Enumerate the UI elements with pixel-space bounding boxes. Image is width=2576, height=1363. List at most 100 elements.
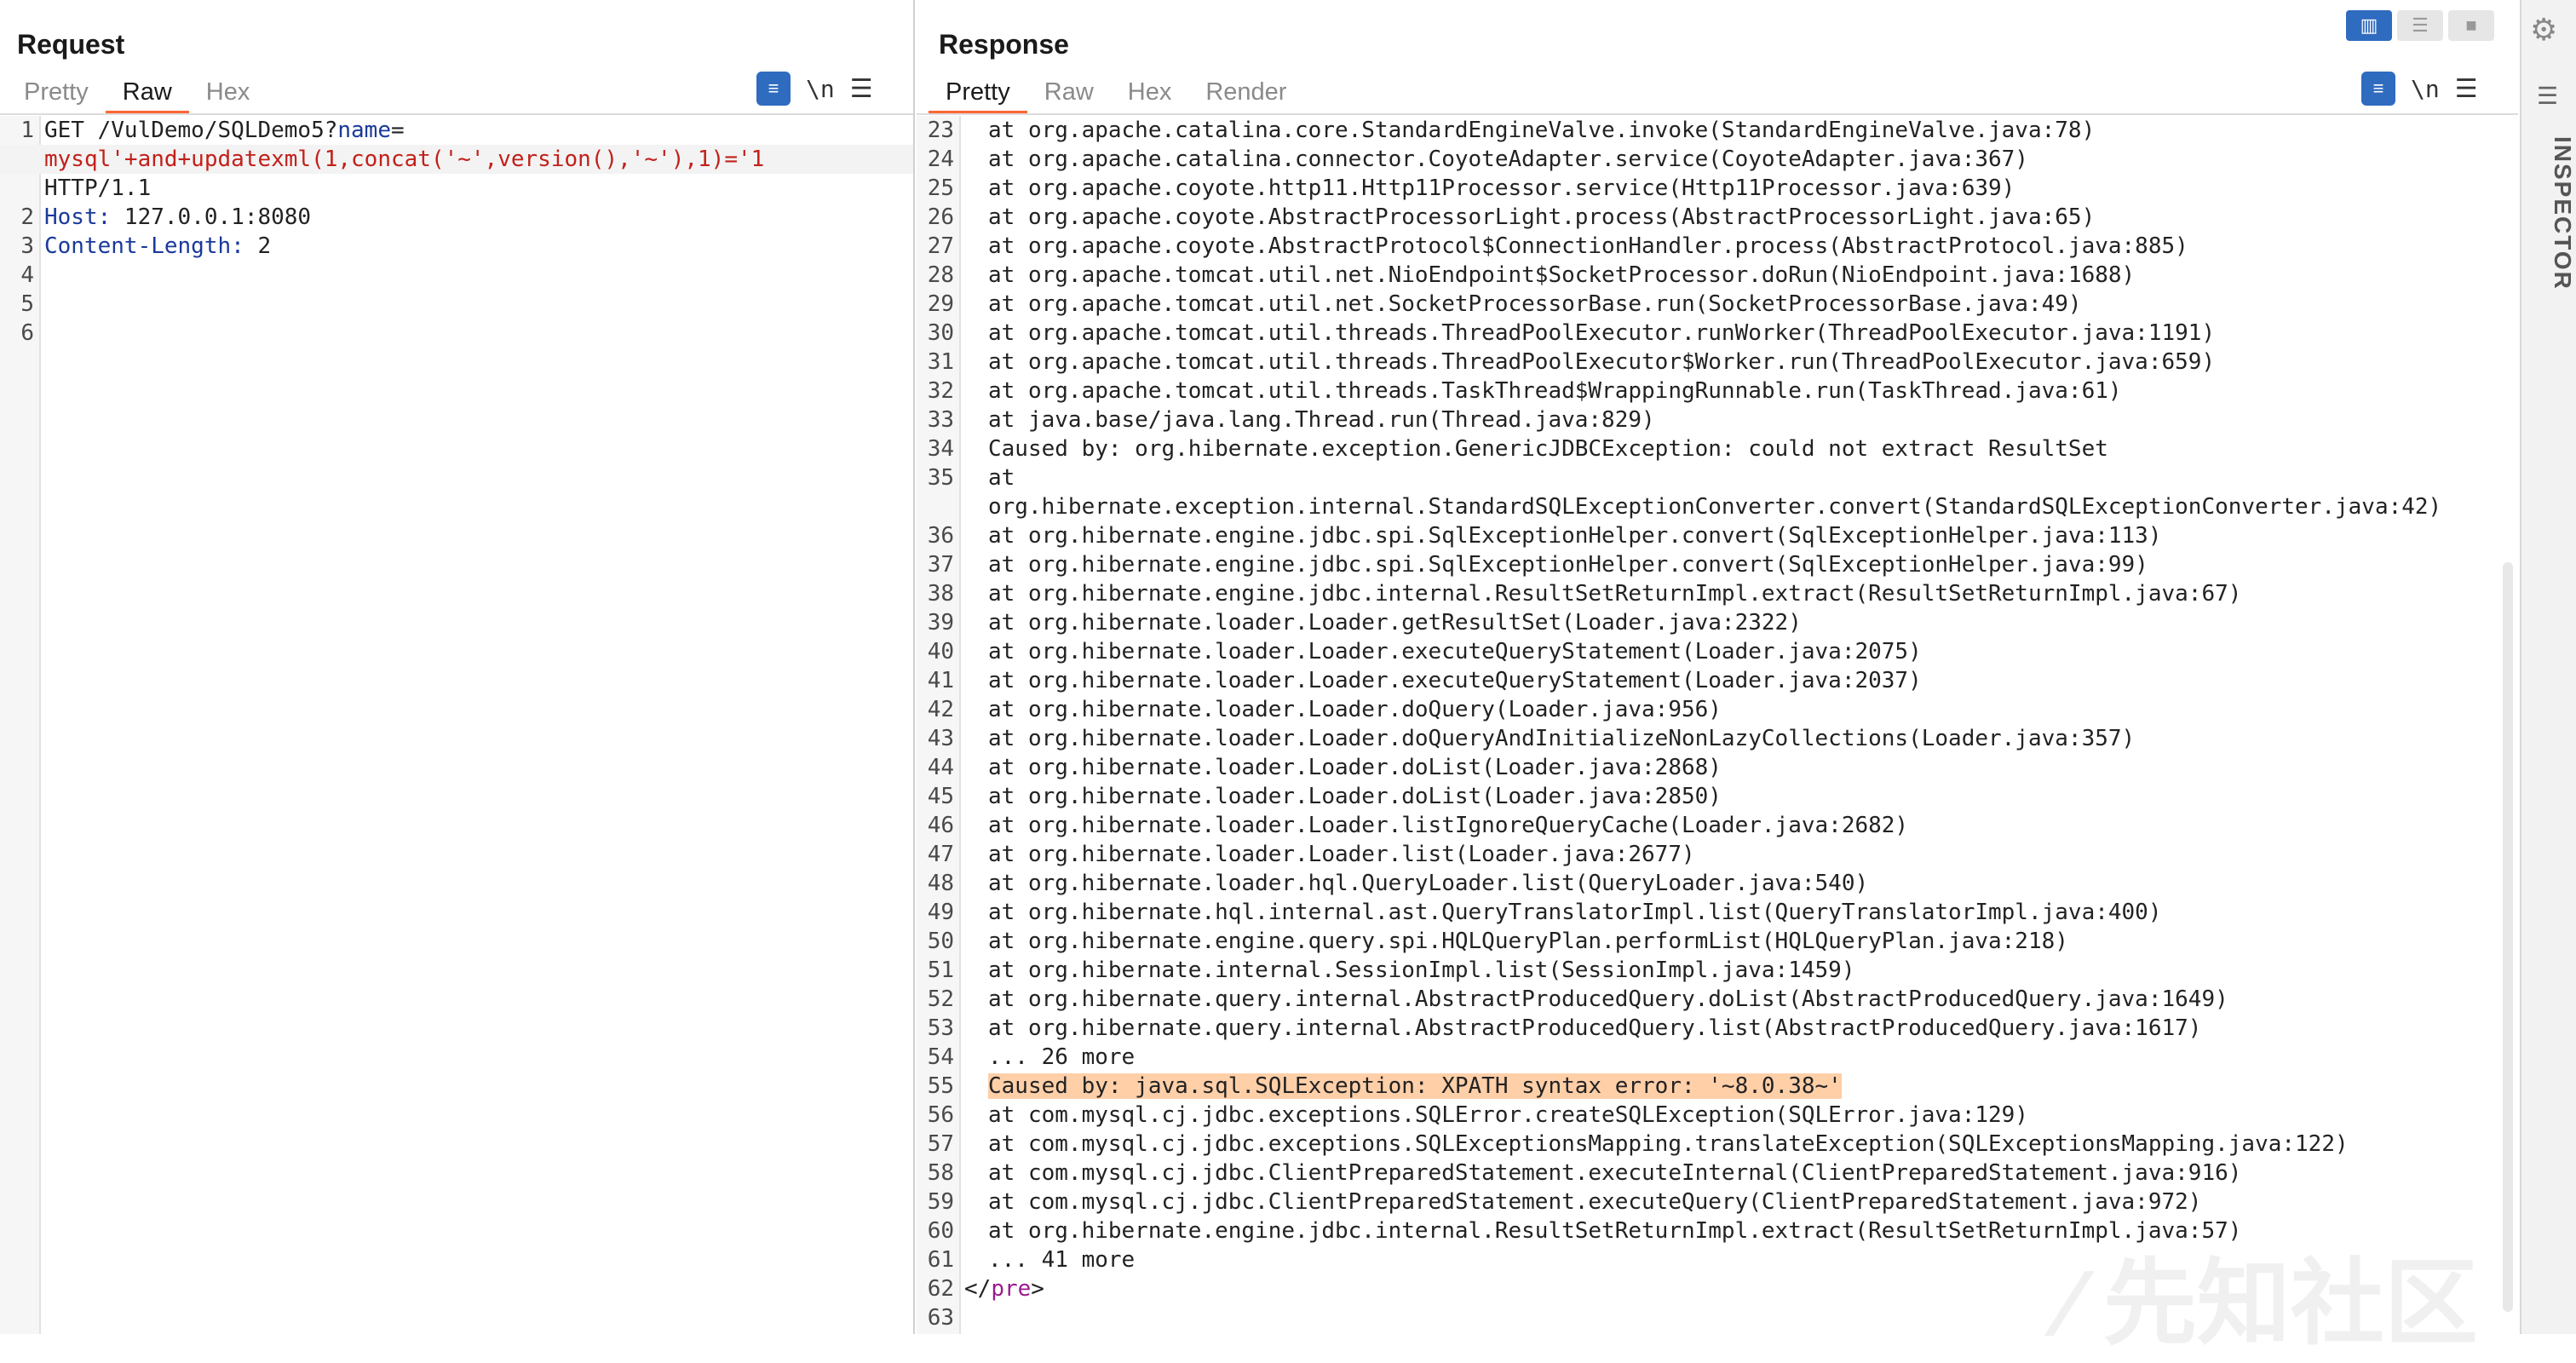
tab-render[interactable]: Render bbox=[1188, 75, 1303, 111]
code-line: 27 at org.apache.coyote.AbstractProtocol$… bbox=[917, 232, 2518, 261]
wrap-icon[interactable]: ≡ bbox=[756, 72, 791, 106]
layout-single-icon[interactable]: ■ bbox=[2448, 10, 2494, 41]
line-number: 63 bbox=[927, 1305, 954, 1331]
line-content: at java.base/java.lang.Thread.run(Thread… bbox=[963, 405, 1655, 434]
code-line: 58 at com.mysql.cj.jdbc.ClientPreparedSta… bbox=[917, 1159, 2518, 1188]
line-content: at org.hibernate.loader.Loader.executeQu… bbox=[963, 637, 1922, 666]
menu-icon[interactable]: ☰ bbox=[2455, 74, 2478, 104]
code-token: at bbox=[988, 465, 1015, 491]
code-token: at java.base/java.lang.Thread.run(Thread… bbox=[988, 407, 1655, 433]
line-content: at org.hibernate.hql.internal.ast.QueryT… bbox=[963, 898, 2162, 927]
line-content: at com.mysql.cj.jdbc.ClientPreparedState… bbox=[963, 1159, 2241, 1188]
line-number: 52 bbox=[927, 986, 954, 1012]
code-line: 1 GET /VulDemo/SQLDemo5?name= bbox=[0, 116, 913, 145]
line-content: at com.mysql.cj.jdbc.exceptions.SQLError… bbox=[963, 1101, 2028, 1130]
line-number: 38 bbox=[927, 581, 954, 607]
line-number: 4 bbox=[20, 262, 34, 288]
inspector-menu-icon[interactable]: ☰ bbox=[2537, 82, 2558, 110]
code-line: 50 at org.hibernate.engine.query.spi.HQLQ… bbox=[917, 927, 2518, 956]
code-token: at org.apache.catalina.connector.CoyoteA… bbox=[988, 147, 2028, 172]
code-token: org.hibernate.exception.internal.Standar… bbox=[988, 494, 2442, 520]
code-token: HTTP/1.1 bbox=[44, 175, 152, 201]
code-line: 53 at org.hibernate.query.internal.Abstra… bbox=[917, 1014, 2518, 1043]
code-token: at org.hibernate.loader.Loader.doQueryAn… bbox=[988, 726, 2136, 751]
line-number: 32 bbox=[927, 378, 954, 404]
tab-pretty[interactable]: Pretty bbox=[929, 75, 1027, 114]
code-line: 3 Content-Length: 2 bbox=[0, 232, 913, 261]
code-line: 30 at org.apache.tomcat.util.threads.Thre… bbox=[917, 319, 2518, 348]
line-number bbox=[917, 492, 963, 521]
code-token: at org.hibernate.loader.Loader.doQuery(L… bbox=[988, 697, 1722, 722]
line-content bbox=[43, 261, 44, 290]
response-pane: Response Pretty Raw Hex Render ≡ \n ☰ 23 at … bbox=[917, 0, 2518, 1334]
code-line: 54 ... 26 more bbox=[917, 1043, 2518, 1072]
code-line: 43 at org.hibernate.loader.Loader.doQuery… bbox=[917, 724, 2518, 753]
request-tabs: Pretty Raw Hex bbox=[7, 75, 267, 114]
line-content: org.hibernate.exception.internal.Standar… bbox=[963, 492, 2441, 521]
line-content: at org.hibernate.query.internal.Abstract… bbox=[963, 985, 2228, 1014]
code-token: > bbox=[1031, 1276, 1044, 1302]
line-number: 56 bbox=[927, 1102, 954, 1128]
request-editor[interactable]: 1 GET /VulDemo/SQLDemo5?name= mysql'+and+u… bbox=[0, 116, 913, 1334]
wrap-icon[interactable]: ≡ bbox=[2361, 72, 2395, 106]
line-content: at org.hibernate.loader.Loader.doList(Lo… bbox=[963, 753, 1722, 782]
line-content: at org.hibernate.loader.Loader.executeQu… bbox=[963, 666, 1922, 695]
line-number: 35 bbox=[927, 465, 954, 491]
line-content: at org.apache.coyote.AbstractProcessorLi… bbox=[963, 203, 2095, 232]
line-content: ... 26 more bbox=[963, 1043, 1135, 1072]
line-content: GET /VulDemo/SQLDemo5?name= bbox=[43, 116, 405, 145]
tab-hex[interactable]: Hex bbox=[189, 75, 267, 111]
code-token: mysql'+and+updatexml(1,concat('~',versio… bbox=[44, 147, 765, 172]
response-scrollbar[interactable] bbox=[2503, 562, 2513, 1312]
code-line: 59 at com.mysql.cj.jdbc.ClientPreparedSta… bbox=[917, 1188, 2518, 1216]
line-number: 37 bbox=[927, 552, 954, 578]
line-content: at org.apache.tomcat.util.threads.Thread… bbox=[963, 319, 2215, 348]
line-number: 58 bbox=[927, 1160, 954, 1186]
tab-raw[interactable]: Raw bbox=[105, 75, 189, 114]
watermark: ⁄ 先知社区 bbox=[2061, 1251, 2478, 1356]
line-content: ... 41 more bbox=[963, 1245, 1135, 1274]
line-number: 53 bbox=[927, 1015, 954, 1041]
code-token: at org.apache.tomcat.util.threads.TaskTh… bbox=[988, 378, 2122, 404]
newline-toggle-button[interactable]: \n bbox=[2411, 75, 2440, 103]
code-line: 49 at org.hibernate.hql.internal.ast.Quer… bbox=[917, 898, 2518, 927]
menu-icon[interactable]: ☰ bbox=[850, 74, 873, 104]
line-content: Caused by: java.sql.SQLException: XPATH … bbox=[963, 1072, 1842, 1101]
code-token: name bbox=[337, 118, 391, 143]
tab-raw[interactable]: Raw bbox=[1027, 75, 1111, 111]
code-line: mysql'+and+updatexml(1,concat('~',versio… bbox=[0, 145, 913, 174]
code-token: pre bbox=[991, 1276, 1032, 1302]
tab-hex[interactable]: Hex bbox=[1111, 75, 1189, 111]
line-number: 40 bbox=[927, 639, 954, 664]
newline-toggle-button[interactable]: \n bbox=[806, 75, 835, 103]
code-token: ... 26 more bbox=[988, 1044, 1136, 1070]
line-number: 50 bbox=[927, 929, 954, 954]
code-line: 41 at org.hibernate.loader.Loader.execute… bbox=[917, 666, 2518, 695]
code-line: 56 at com.mysql.cj.jdbc.exceptions.SQLErr… bbox=[917, 1101, 2518, 1130]
layout-split-horizontal-icon[interactable]: ☰ bbox=[2397, 10, 2443, 41]
tab-pretty[interactable]: Pretty bbox=[7, 75, 106, 111]
code-token: at com.mysql.cj.jdbc.ClientPreparedState… bbox=[988, 1189, 2202, 1215]
line-number: 48 bbox=[927, 871, 954, 896]
line-content: at org.hibernate.loader.hql.QueryLoader.… bbox=[963, 869, 1868, 898]
code-token: at com.mysql.cj.jdbc.exceptions.SQLError… bbox=[988, 1102, 2028, 1128]
code-token: = bbox=[391, 118, 405, 143]
code-token: at org.hibernate.internal.SessionImpl.li… bbox=[988, 958, 1855, 983]
gear-icon[interactable]: ⚙ bbox=[2530, 12, 2557, 48]
code-token: at org.hibernate.loader.Loader.getResult… bbox=[988, 610, 1802, 635]
line-number bbox=[0, 145, 43, 174]
line-number: 55 bbox=[927, 1073, 954, 1099]
response-editor[interactable]: 23 at org.apache.catalina.core.StandardEn… bbox=[917, 116, 2518, 1334]
inspector-label[interactable]: INSPECTOR bbox=[2520, 136, 2576, 290]
line-number: 61 bbox=[927, 1247, 954, 1273]
line-content: at org.apache.tomcat.util.threads.Thread… bbox=[963, 348, 2215, 377]
code-token: Host: bbox=[44, 204, 112, 230]
line-content: at org.apache.tomcat.util.threads.TaskTh… bbox=[963, 377, 2122, 405]
response-toolbar: ≡ \n ☰ bbox=[2361, 72, 2478, 106]
line-number: 34 bbox=[927, 436, 954, 462]
line-number: 46 bbox=[927, 813, 954, 838]
code-line: 39 at org.hibernate.loader.Loader.getResu… bbox=[917, 608, 2518, 637]
response-tabs: Pretty Raw Hex Render bbox=[929, 75, 1303, 114]
layout-split-vertical-icon[interactable]: ▥ bbox=[2346, 10, 2392, 41]
line-number: 54 bbox=[927, 1044, 954, 1070]
